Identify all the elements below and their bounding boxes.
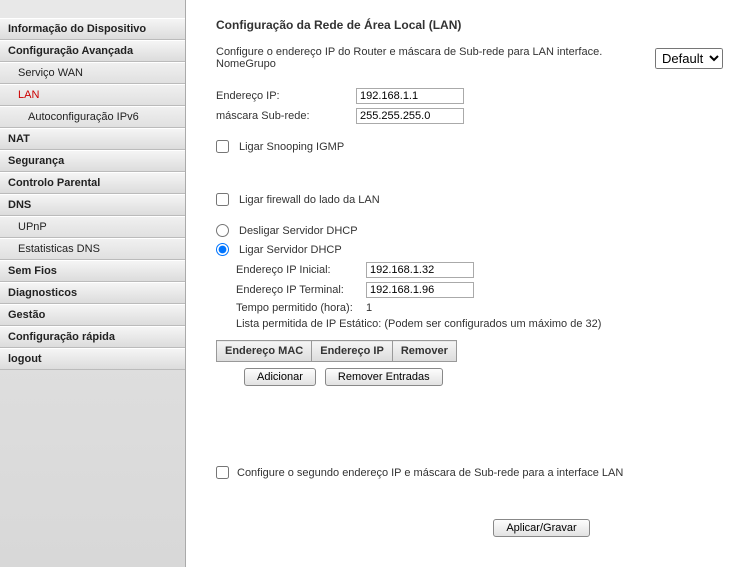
mask-label: máscara Sub-rede: [216,110,356,122]
col-mac: Endereço MAC [217,341,312,362]
col-ip: Endereço IP [312,341,393,362]
nav-diagnostics[interactable]: Diagnosticos [0,282,185,304]
firewall-checkbox[interactable] [216,193,229,206]
dhcp-end-label: Endereço IP Terminal: [236,284,366,296]
nav-quick-config[interactable]: Configuração rápida [0,326,185,348]
nav-logout[interactable]: logout [0,348,185,370]
static-ip-note: Lista permitida de IP Estático: (Podem s… [236,318,723,330]
add-button[interactable]: Adicionar [244,368,316,386]
dhcp-on-radio[interactable] [216,243,229,256]
lease-value: 1 [366,302,372,314]
dhcp-off-radio[interactable] [216,224,229,237]
nav-lan[interactable]: LAN [0,84,185,106]
dhcp-start-label: Endereço IP Inicial: [236,264,366,276]
mask-input[interactable] [356,108,464,124]
nav-nat[interactable]: NAT [0,128,185,150]
dhcp-off-label: Desligar Servidor DHCP [239,225,358,237]
dhcp-on-label: Ligar Servidor DHCP [239,244,342,256]
dhcp-end-input[interactable] [366,282,474,298]
lease-label: Tempo permitido (hora): [236,302,366,314]
second-ip-checkbox[interactable] [216,466,229,479]
nav-advanced-config[interactable]: Configuração Avançada [0,40,185,62]
page-title: Configuração da Rede de Área Local (LAN) [216,18,723,32]
nav-parental-control[interactable]: Controlo Parental [0,172,185,194]
nav-dns[interactable]: DNS [0,194,185,216]
intro-text: Configure o endereço IP do Router e másc… [216,46,649,70]
dhcp-start-input[interactable] [366,262,474,278]
ip-label: Endereço IP: [216,90,356,102]
nav-security[interactable]: Segurança [0,150,185,172]
firewall-label: Ligar firewall do lado da LAN [239,194,380,206]
nav-device-info[interactable]: Informação do Dispositivo [0,18,185,40]
group-select[interactable]: Default [655,48,723,69]
apply-save-button[interactable]: Aplicar/Gravar [493,519,589,537]
nav-wan-service[interactable]: Serviço WAN [0,62,185,84]
igmp-checkbox[interactable] [216,140,229,153]
nav-management[interactable]: Gestão [0,304,185,326]
nav-upnp[interactable]: UPnP [0,216,185,238]
igmp-label: Ligar Snooping IGMP [239,141,344,153]
nav-dns-stats[interactable]: Estatisticas DNS [0,238,185,260]
main-content: Configuração da Rede de Área Local (LAN)… [186,0,743,567]
col-remove: Remover [392,341,456,362]
remove-entries-button[interactable]: Remover Entradas [325,368,443,386]
second-ip-label: Configure o segundo endereço IP e máscar… [237,467,623,479]
nav-wireless[interactable]: Sem Fios [0,260,185,282]
ip-input[interactable] [356,88,464,104]
sidebar: Informação do Dispositivo Configuração A… [0,0,186,567]
nav-ipv6-autoconfig[interactable]: Autoconfiguração IPv6 [0,106,185,128]
static-ip-table: Endereço MAC Endereço IP Remover [216,340,457,362]
